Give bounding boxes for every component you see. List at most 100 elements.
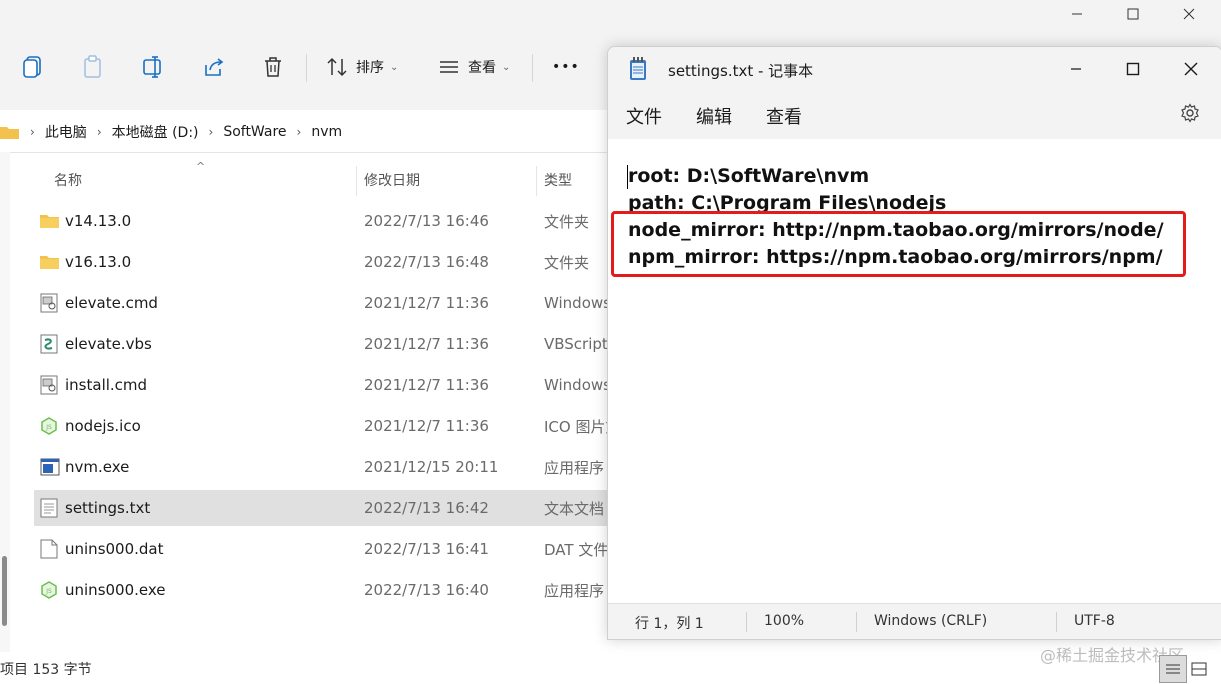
address-bar[interactable]: › 此电脑 › 本地磁盘 (D:) › SoftWare › nvm [0,110,620,153]
file-row[interactable]: install.cmd 2021/12/7 11:36 Windows [34,367,620,403]
file-row[interactable]: v14.13.0 2022/7/13 16:46 文件夹 [34,203,620,239]
exe-file-icon [40,449,60,485]
view-list-icon [440,61,458,73]
details-view-icon [1166,664,1180,674]
share-button[interactable] [202,52,226,82]
rename-button[interactable] [142,52,166,82]
notepad-title-bar[interactable]: settings.txt - 记事本 [608,47,1221,91]
paste-button[interactable] [82,52,104,82]
notepad-maximize-button[interactable] [1105,53,1161,85]
copy-button[interactable] [22,52,44,82]
file-date: 2021/12/7 11:36 [364,417,489,435]
breadcrumb-item[interactable]: 本地磁盘 (D:) [112,122,199,142]
explorer-minimize-button[interactable] [1049,0,1105,28]
menu-edit[interactable]: 编辑 [696,103,732,129]
column-header-label: 名称 [54,173,82,189]
chevron-down-icon: ⌄ [390,61,399,73]
vbs-file-icon [40,326,60,362]
column-header-type[interactable]: 类型 [544,160,572,200]
cmd-file-icon [40,285,60,321]
notepad-window-title: settings.txt - 记事本 [668,62,814,80]
notepad-text-area[interactable]: root: D:\SoftWare\nvm path: C:\Program F… [608,139,1221,599]
folder-icon [40,203,60,239]
column-header-date[interactable]: 修改日期 [364,160,420,200]
minimize-icon [1071,68,1081,70]
file-name: elevate.cmd [65,294,158,312]
status-divider [1056,612,1057,632]
file-row[interactable]: elevate.vbs 2021/12/7 11:36 VBScript [34,326,620,362]
file-name: nodejs.ico [65,417,141,435]
maximize-icon [1126,62,1140,76]
file-row[interactable]: elevate.cmd 2021/12/7 11:36 Windows [34,285,620,321]
file-row[interactable]: settings.txt 2022/7/13 16:42 文本文档 [34,490,620,526]
explorer-close-button[interactable] [1161,0,1217,28]
more-options-button[interactable]: ••• [552,52,580,82]
view-button[interactable]: 查看 ⌄ [438,52,510,82]
chevron-down-icon: ⌄ [502,61,511,73]
folder-icon [0,127,19,139]
toolbar-divider [306,54,307,82]
line-ending: Windows (CRLF) [874,613,988,629]
notepad-minimize-button[interactable] [1048,53,1104,85]
menu-file[interactable]: 文件 [626,103,662,129]
close-icon [1184,62,1198,76]
file-date: 2022/7/13 16:40 [364,581,489,599]
nodejs-icon: JS [40,572,60,608]
file-row[interactable]: JS nodejs.ico 2021/12/7 11:36 ICO 图片文 [34,408,620,444]
paste-icon [84,55,101,78]
cursor-position: 行 1，列 1 [635,616,704,632]
notepad-menu-bar: 文件 编辑 查看 [608,91,1221,139]
menu-view[interactable]: 查看 [766,103,802,129]
status-divider [856,612,857,632]
settings-gear-icon[interactable] [1180,103,1200,123]
minimize-icon [1072,13,1082,15]
file-date: 2022/7/13 16:42 [364,499,489,517]
column-header-label: 修改日期 [364,173,420,189]
column-header-name[interactable]: 名称 [54,160,82,200]
chevron-right-icon: › [30,125,35,139]
breadcrumb: › 此电脑 › 本地磁盘 (D:) › SoftWare › nvm [0,122,342,142]
file-name: v16.13.0 [65,253,132,271]
breadcrumb-item[interactable]: 此电脑 [45,122,87,142]
sort-button[interactable]: 排序 ⌄ [326,52,398,82]
tiles-view-icon [1191,662,1207,676]
breadcrumb-item[interactable]: nvm [311,124,342,140]
file-name: elevate.vbs [65,335,152,353]
text-file-icon [40,490,60,526]
zoom-level[interactable]: 100% [764,613,804,629]
notepad-window: settings.txt - 记事本 文件 编辑 查看 root: D:\Sof… [607,46,1221,640]
sort-icon [327,57,347,77]
file-name: unins000.exe [65,581,166,599]
encoding: UTF-8 [1074,613,1115,629]
file-name: nvm.exe [65,458,130,476]
explorer-maximize-button[interactable] [1105,0,1161,28]
column-divider[interactable] [356,166,357,196]
file-row[interactable]: unins000.dat 2022/7/13 16:41 DAT 文件 [34,531,620,567]
file-date: 2021/12/7 11:36 [364,376,489,394]
scrollbar-thumb[interactable] [2,556,7,626]
file-date: 2021/12/15 20:11 [364,458,499,476]
notepad-close-button[interactable] [1163,53,1219,85]
file-date: 2021/12/7 11:36 [364,294,489,312]
explorer-toolbar: 排序 ⌄ 查看 ⌄ ••• [0,40,620,94]
column-header-label: 类型 [544,173,572,189]
toolbar-divider [532,54,533,82]
notepad-status-bar: 行 1，列 1 100% Windows (CRLF) UTF-8 [608,603,1221,639]
svg-text:JS: JS [45,588,52,595]
tiles-view-button[interactable] [1186,656,1212,682]
breadcrumb-item[interactable]: SoftWare [223,124,286,140]
nodejs-icon: JS [40,408,60,444]
file-row[interactable]: JS unins000.exe 2022/7/13 16:40 应用程序 [34,572,620,608]
svg-text:JS: JS [45,424,52,431]
chevron-right-icon: › [208,125,214,139]
column-divider[interactable] [536,166,537,196]
chevron-right-icon: › [96,125,102,139]
file-name: v14.13.0 [65,212,132,230]
details-view-button[interactable] [1159,655,1187,683]
file-row[interactable]: v16.13.0 2022/7/13 16:48 文件夹 [34,244,620,280]
cmd-file-icon [40,367,60,403]
delete-button[interactable] [262,52,284,82]
sort-ascending-icon: ^ [196,160,206,173]
file-row[interactable]: nvm.exe 2021/12/15 20:11 应用程序 [34,449,620,485]
layout-toggle [1159,655,1212,683]
